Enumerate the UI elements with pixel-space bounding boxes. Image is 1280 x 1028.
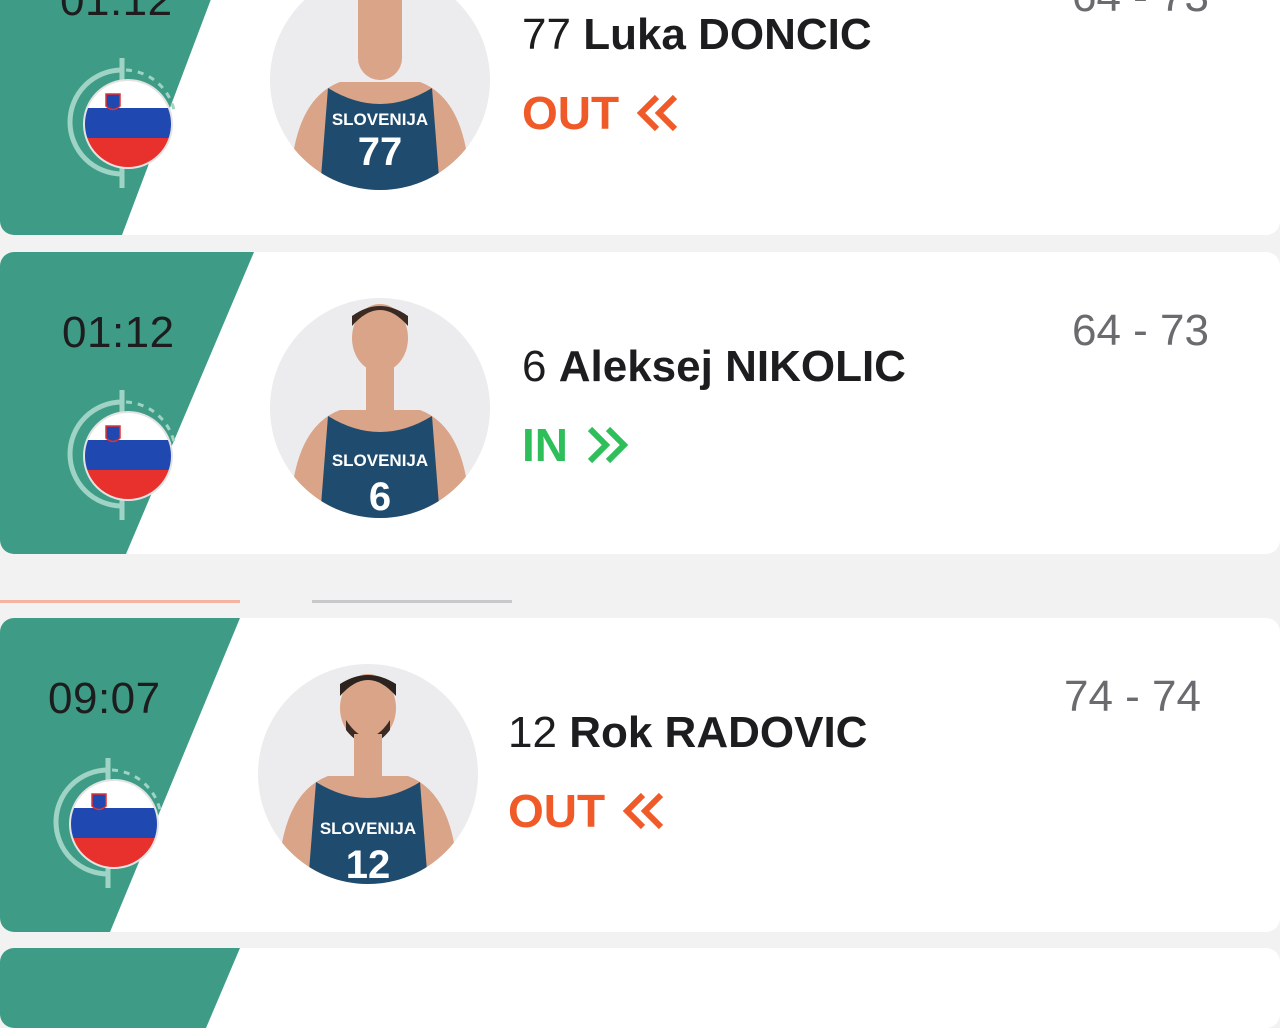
- game-clock: 01:12: [60, 0, 173, 25]
- section-divider: [312, 600, 512, 603]
- player-last-name: NIKOLIC: [725, 342, 906, 391]
- substitution-card[interactable]: [0, 948, 1280, 1028]
- section-divider: [0, 600, 240, 603]
- shirt-number: 12: [346, 843, 391, 884]
- status-label: OUT: [508, 785, 606, 837]
- double-chevron-left-icon: [622, 792, 664, 830]
- score: 64 - 73: [1072, 0, 1209, 22]
- double-chevron-left-icon: [636, 94, 678, 132]
- player-photo: SLOVENIJA 12: [258, 664, 478, 884]
- slovenia-flag-icon: [62, 58, 182, 188]
- team-color-stripe: [0, 948, 260, 1028]
- player-jersey-number: 12: [508, 708, 557, 757]
- player-first-name: Rok: [569, 708, 653, 757]
- substitution-status: IN: [522, 418, 630, 472]
- player-jersey-number: 77: [522, 10, 571, 59]
- slovenia-flag-icon: [62, 390, 182, 520]
- shirt-text: SLOVENIJA: [320, 819, 416, 838]
- player-name: 6 Aleksej NIKOLIC: [522, 342, 906, 392]
- game-clock: 09:07: [48, 674, 161, 723]
- substitution-card[interactable]: 09:07 SLOVENIJA 12 12 Rok RADOVIC OUT 74…: [0, 618, 1280, 932]
- substitution-status: OUT: [508, 784, 667, 838]
- status-label: IN: [522, 419, 568, 471]
- status-label: OUT: [522, 87, 620, 139]
- substitution-card[interactable]: 01:12 SLOVENIJA 6 6 Aleksej NIKOLIC IN 6…: [0, 252, 1280, 554]
- shirt-number: 6: [369, 475, 391, 518]
- player-name: 77 Luka DONCIC: [522, 10, 872, 60]
- player-first-name: Aleksej: [558, 342, 713, 391]
- player-jersey-number: 6: [522, 342, 547, 391]
- player-name: 12 Rok RADOVIC: [508, 708, 867, 758]
- player-photo: SLOVENIJA 77: [270, 0, 490, 190]
- score: 74 - 74: [1064, 672, 1201, 721]
- shirt-number: 77: [358, 130, 403, 174]
- double-chevron-right-icon: [587, 426, 629, 464]
- shirt-text: SLOVENIJA: [332, 451, 428, 470]
- substitution-status: OUT: [522, 86, 681, 140]
- player-first-name: Luka: [583, 10, 686, 59]
- player-photo: SLOVENIJA 6: [270, 298, 490, 518]
- player-last-name: RADOVIC: [664, 708, 868, 757]
- substitution-card[interactable]: 01:12 SLOVENIJA 77 77 Luka DONCIC OUT: [0, 0, 1280, 235]
- score: 64 - 73: [1072, 306, 1209, 355]
- player-last-name: DONCIC: [698, 10, 872, 59]
- slovenia-flag-icon: [48, 758, 168, 888]
- game-clock: 01:12: [62, 308, 175, 357]
- shirt-text: SLOVENIJA: [332, 110, 428, 129]
